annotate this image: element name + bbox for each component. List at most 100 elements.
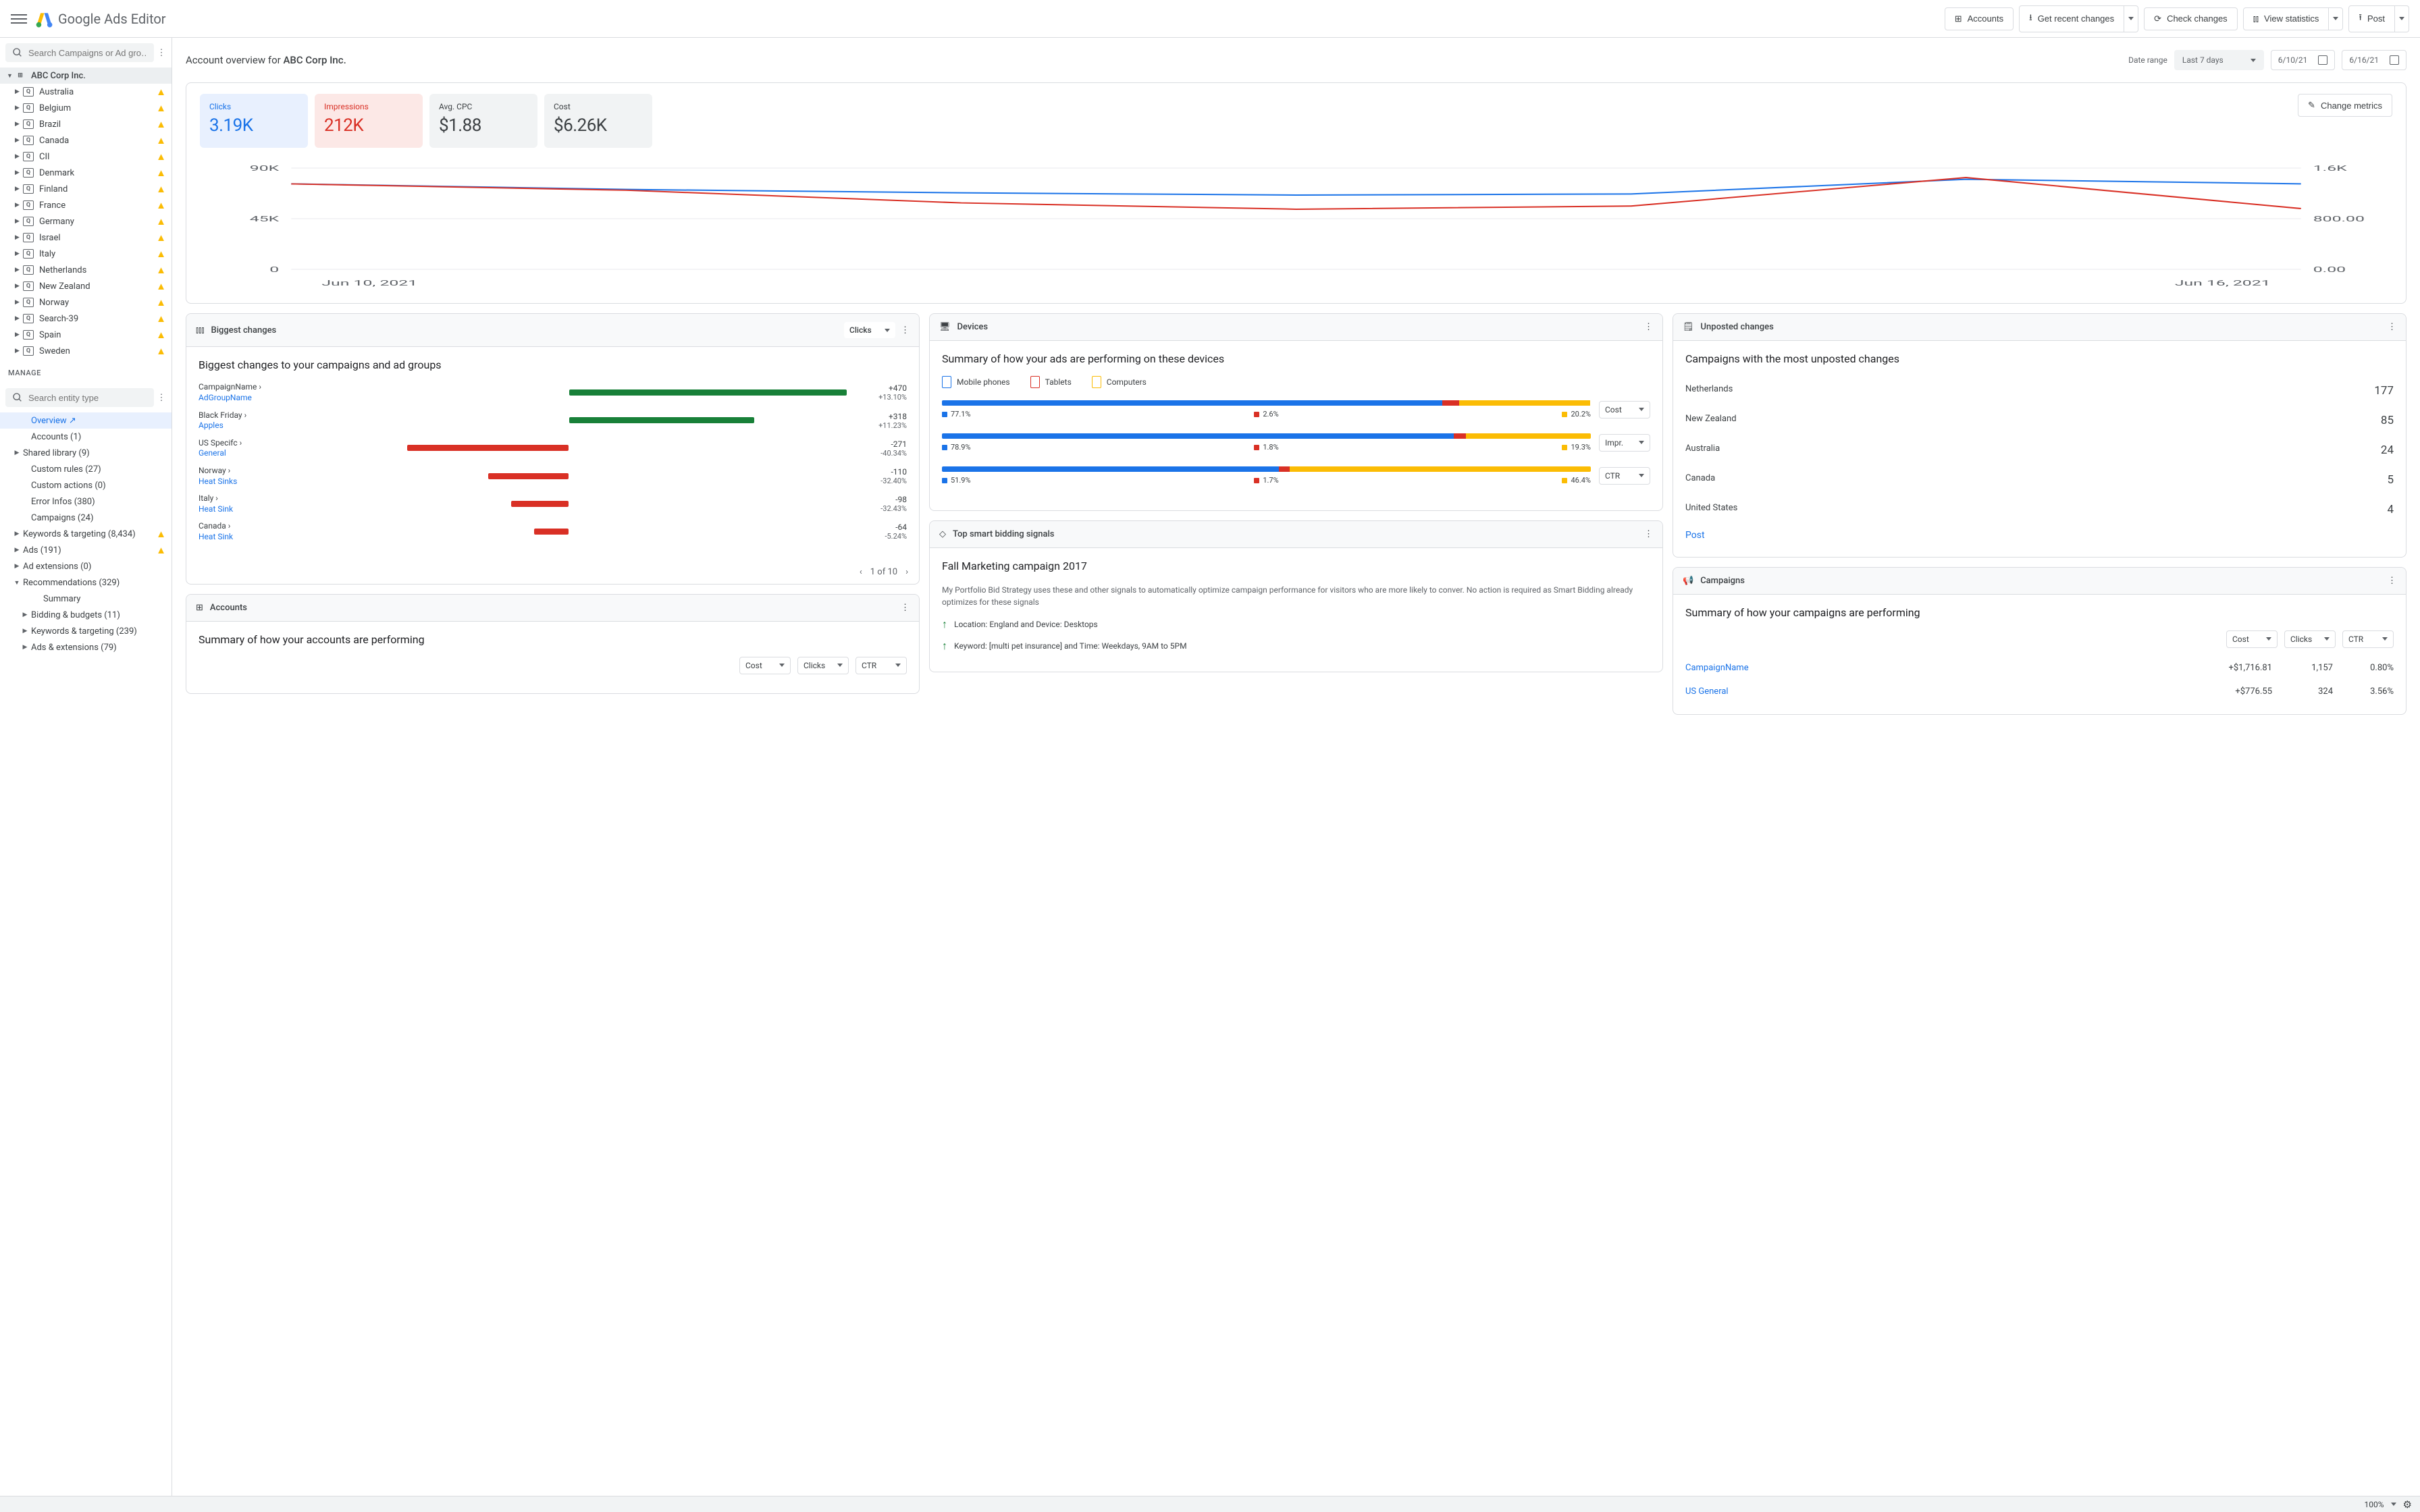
manage-item[interactable]: ▶Ads (191)▲ xyxy=(0,542,172,558)
metric-select[interactable]: Cost xyxy=(2226,630,2278,648)
device-legend-item: Mobile phones xyxy=(942,376,1010,388)
campaign-tree-item[interactable]: ▶QSweden▲ xyxy=(0,343,172,359)
more-icon[interactable]: ⋮ xyxy=(2388,322,2396,332)
campaign-tree-item[interactable]: ▶QAustralia▲ xyxy=(0,84,172,100)
biggest-change-row[interactable]: Italy ›Heat Sink-98-32.43% xyxy=(199,493,907,514)
metric-select[interactable]: CTR xyxy=(856,657,907,674)
grid-icon: ⊞ xyxy=(196,603,203,613)
biggest-change-row[interactable]: Canada ›Heat Sink-64-5.24% xyxy=(199,521,907,542)
campaign-tree-item[interactable]: ▶QSpain▲ xyxy=(0,327,172,343)
campaign-search[interactable] xyxy=(5,43,154,62)
manage-item[interactable]: Error Infos (380) xyxy=(0,493,172,510)
manage-item[interactable]: Campaigns (24) xyxy=(0,510,172,526)
date-from-input[interactable]: 6/10/21 xyxy=(2271,50,2336,70)
date-to-input[interactable]: 6/16/21 xyxy=(2342,50,2406,70)
campaign-tree-item[interactable]: ▶QBrazil▲ xyxy=(0,116,172,132)
biggest-change-row[interactable]: CampaignName ›AdGroupName+470+13.10% xyxy=(199,382,907,403)
clipboard-icon: 🗒 xyxy=(1683,322,1694,332)
metric-box[interactable]: Clicks3.19K xyxy=(200,94,308,148)
campaign-search-input[interactable] xyxy=(28,48,147,58)
zoom-label[interactable]: 100% xyxy=(2365,1500,2384,1509)
campaign-summary-row[interactable]: US General+$776.553243.56% xyxy=(1685,680,2394,703)
unposted-row[interactable]: New Zealand85 xyxy=(1685,406,2394,435)
manage-item[interactable]: ▶Bidding & budgets (11) xyxy=(0,607,172,623)
biggest-change-row[interactable]: Black Friday ›Apples+318+11.23% xyxy=(199,410,907,431)
metric-box[interactable]: Impressions212K xyxy=(315,94,423,148)
metric-select[interactable]: Clicks xyxy=(2284,630,2336,648)
entity-search-input[interactable] xyxy=(28,393,147,403)
metric-box[interactable]: Cost$6.26K xyxy=(544,94,652,148)
device-metric-select[interactable]: CTR xyxy=(1599,467,1650,485)
accounts-button[interactable]: ⊞Accounts xyxy=(1945,7,2014,30)
campaign-tree-item[interactable]: ▶QFinland▲ xyxy=(0,181,172,197)
campaign-summary-row[interactable]: CampaignName+$1,716.811,1570.80% xyxy=(1685,656,2394,680)
pager-next[interactable]: › xyxy=(905,567,908,577)
more-icon[interactable]: ⋮ xyxy=(901,603,910,613)
device-metric-select[interactable]: Cost xyxy=(1599,401,1650,418)
chevron-down-icon xyxy=(2128,17,2134,20)
more-icon[interactable]: ⋮ xyxy=(1644,322,1653,332)
change-metrics-button[interactable]: ✎Change metrics xyxy=(2298,94,2392,117)
manage-item[interactable]: Custom rules (27) xyxy=(0,461,172,477)
post-button[interactable]: ⭱Post xyxy=(2348,5,2395,32)
campaign-tree-item[interactable]: ▶QIsrael▲ xyxy=(0,230,172,246)
biggest-change-row[interactable]: US Specifc ›General-271-40.34% xyxy=(199,438,907,459)
unposted-row[interactable]: United States4 xyxy=(1685,495,2394,524)
manage-item[interactable]: ▶Ad extensions (0) xyxy=(0,558,172,574)
unposted-changes-panel: 🗒 Unposted changes ⋮ Campaigns with the … xyxy=(1673,313,2406,558)
settings-cog-icon[interactable]: ⚙ xyxy=(2403,1498,2412,1511)
pager-prev[interactable]: ‹ xyxy=(860,567,862,577)
status-bar: 100% ⚙ xyxy=(0,1496,2420,1512)
unposted-row[interactable]: Netherlands177 xyxy=(1685,376,2394,406)
chevron-down-icon xyxy=(2333,17,2338,20)
unposted-row[interactable]: Canada5 xyxy=(1685,465,2394,495)
campaign-tree-item[interactable]: ▶QNorway▲ xyxy=(0,294,172,310)
manage-item[interactable]: Summary xyxy=(0,591,172,607)
menu-icon[interactable] xyxy=(11,11,27,27)
campaign-tree-item[interactable]: ▶QNew Zealand▲ xyxy=(0,278,172,294)
campaign-tree-item[interactable]: ▶QNetherlands▲ xyxy=(0,262,172,278)
metric-box[interactable]: Avg. CPC$1.88 xyxy=(429,94,537,148)
biggest-changes-metric-select[interactable]: Clicks xyxy=(844,322,895,338)
more-icon[interactable]: ⋮ xyxy=(901,325,910,335)
manage-item[interactable]: ▼Recommendations (329) xyxy=(0,574,172,591)
date-range-select[interactable]: Last 7 days xyxy=(2174,50,2264,70)
view-statistics-button[interactable]: ⫾⫾View statistics xyxy=(2243,7,2330,30)
metric-select[interactable]: CTR xyxy=(2342,630,2394,648)
account-root[interactable]: ▼⊞ABC Corp Inc. xyxy=(0,68,172,84)
upload-icon: ⭱ xyxy=(2359,11,2362,26)
manage-item[interactable]: Overview ↗ xyxy=(0,412,172,429)
get-recent-changes-button[interactable]: ⭳Get recent changes xyxy=(2019,5,2124,32)
check-changes-button[interactable]: ⟳Check changes xyxy=(2144,7,2238,30)
get-recent-changes-dropdown[interactable] xyxy=(2124,5,2138,32)
panel-header-label: Devices xyxy=(957,322,989,332)
device-metric-select[interactable]: Impr. xyxy=(1599,434,1650,452)
post-dropdown[interactable] xyxy=(2395,5,2409,32)
manage-item[interactable]: ▶Keywords & targeting (8,434)▲ xyxy=(0,526,172,542)
campaign-tree-item[interactable]: ▶QCanada▲ xyxy=(0,132,172,148)
entity-search[interactable] xyxy=(5,388,154,407)
campaign-tree-item[interactable]: ▶QDenmark▲ xyxy=(0,165,172,181)
more-icon[interactable]: ⋮ xyxy=(2388,576,2396,586)
biggest-change-row[interactable]: Norway ›Heat Sinks-110-32.40% xyxy=(199,466,907,487)
campaign-search-more[interactable]: ⋮ xyxy=(157,43,166,62)
campaign-tree-item[interactable]: ▶QItaly▲ xyxy=(0,246,172,262)
manage-item[interactable]: ▶Ads & extensions (79) xyxy=(0,639,172,655)
unposted-row[interactable]: Australia24 xyxy=(1685,435,2394,465)
metric-select[interactable]: Clicks xyxy=(797,657,849,674)
manage-item[interactable]: ▶Keywords & targeting (239) xyxy=(0,623,172,639)
campaign-tree-item[interactable]: ▶QGermany▲ xyxy=(0,213,172,230)
post-link[interactable]: Post xyxy=(1685,524,2394,546)
manage-item[interactable]: Accounts (1) xyxy=(0,429,172,445)
campaign-tree-item[interactable]: ▶QSearch-39▲ xyxy=(0,310,172,327)
entity-search-more[interactable]: ⋮ xyxy=(157,388,166,407)
manage-item[interactable]: ▶Shared library (9) xyxy=(0,445,172,461)
metric-select[interactable]: Cost xyxy=(739,657,791,674)
more-icon[interactable]: ⋮ xyxy=(1644,529,1653,539)
campaign-tree-item[interactable]: ▶QCII▲ xyxy=(0,148,172,165)
view-statistics-dropdown[interactable] xyxy=(2329,7,2343,30)
campaign-tree-item[interactable]: ▶QFrance▲ xyxy=(0,197,172,213)
main-content: Account overview for ABC Corp Inc. Date … xyxy=(172,38,2420,1496)
manage-item[interactable]: Custom actions (0) xyxy=(0,477,172,493)
campaign-tree-item[interactable]: ▶QBelgium▲ xyxy=(0,100,172,116)
